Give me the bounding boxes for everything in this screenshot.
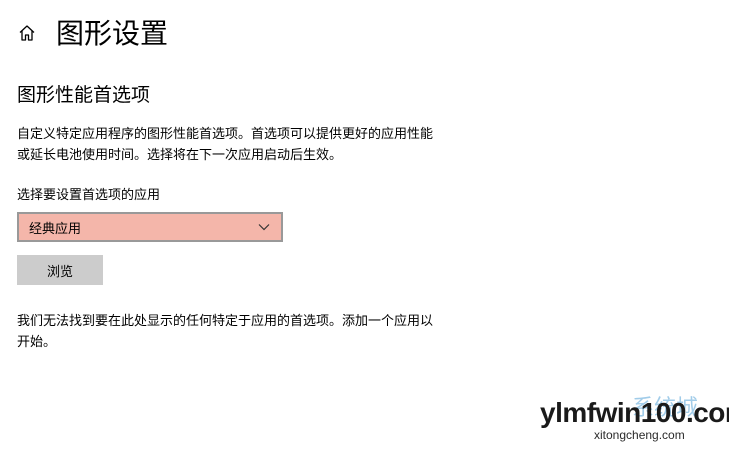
chevron-down-icon [257, 220, 271, 234]
browse-button[interactable]: 浏览 [17, 255, 103, 285]
home-icon [18, 24, 36, 46]
watermark-main: ylmfwin100.com [540, 397, 729, 428]
home-button[interactable] [14, 22, 40, 48]
dropdown-selected-value: 经典应用 [29, 221, 82, 237]
section-description: 自定义特定应用程序的图形性能首选项。首选项可以提供更好的应用性能或延长电池使用时… [17, 127, 434, 163]
no-preferences-message: 我们无法找到要在此处显示的任何特定于应用的首选项。添加一个应用以开始。 [17, 314, 434, 350]
page-title: 图形设置 [56, 17, 169, 50]
app-type-dropdown[interactable]: 经典应用 [17, 212, 283, 242]
section-title: 图形性能首选项 [17, 84, 151, 106]
watermark-sub: xitongcheng.com [594, 428, 685, 442]
app-select-label: 选择要设置首选项的应用 [17, 188, 161, 203]
site-watermark: 系统城 ylmfwin100.com xitongcheng.com [540, 396, 729, 448]
